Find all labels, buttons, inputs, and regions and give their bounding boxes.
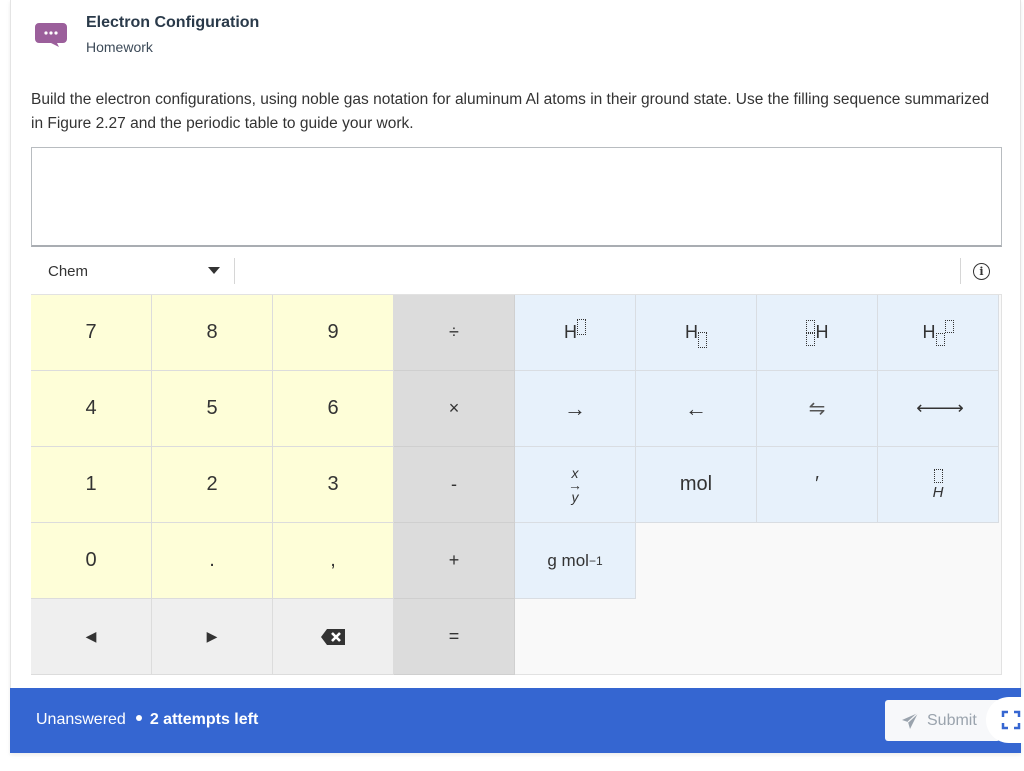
expand-icon [1001,710,1021,730]
resonance-arrow-button[interactable]: ⟵⟶ [878,371,999,447]
key-6[interactable]: 6 [273,371,394,447]
key-2[interactable]: 2 [152,447,273,523]
placeholder-icon [944,320,954,333]
h-label: H [932,484,944,501]
key-comma[interactable]: , [273,523,394,599]
arrow-left-icon: ← [685,395,707,421]
resonance-arrow-icon: ⟵⟶ [916,398,964,418]
key-1[interactable]: 1 [31,447,152,523]
superscript-base: H [564,322,577,342]
cursor-left-button[interactable]: ◀ [31,599,152,675]
equals-symbol: = [448,626,460,646]
subscript-button[interactable]: H [636,295,757,371]
key-equals[interactable]: = [394,599,515,675]
caret-down-icon [208,267,220,274]
condition-bottom: y [571,488,579,505]
molar-mass-button[interactable]: g mol −1 [515,523,636,599]
cursor-right-button[interactable]: ▶ [152,599,273,675]
paper-plane-icon [902,712,919,729]
pre-super-subscript-button[interactable]: H [757,295,878,371]
molar-mass-base: g mol [547,550,589,570]
key-3[interactable]: 3 [273,447,394,523]
attempts-left: 2 attempts left [149,711,259,728]
key-5[interactable]: 5 [152,371,273,447]
super-sub-base: H [922,322,936,342]
question-card: Electron Configuration Homework Build th… [10,0,1021,753]
assignment-title: Electron Configuration [86,14,260,31]
molar-mass-exponent: −1 [588,553,603,568]
reaction-conditions-button[interactable]: x → y [515,447,636,523]
key-4[interactable]: 4 [31,371,152,447]
placeholder-icon [935,333,945,346]
key-minus[interactable]: - [394,447,515,523]
backspace-icon [321,628,345,645]
superscript-button[interactable]: H [515,295,636,371]
info-button[interactable]: i [960,258,1002,284]
key-7[interactable]: 7 [31,295,152,371]
caret-right-icon: ▶ [206,628,218,644]
chat-bubble-icon [35,23,67,47]
plus-symbol: + [448,550,460,570]
submit-button[interactable]: Submit [885,700,1000,741]
key-plus[interactable]: + [394,523,515,599]
placeholder-icon [805,319,815,333]
separator-dot [135,715,142,722]
multiply-symbol: × [448,398,460,418]
key-decimal[interactable]: . [152,523,273,599]
answer-input[interactable] [31,147,1002,247]
answer-status: Unanswered [36,711,126,728]
keypad: 7 8 9 ÷ 4 5 6 × 1 2 3 - 0 . , + ◀ ▶ = H … [31,295,1002,675]
key-8[interactable]: 8 [152,295,273,371]
assignment-type: Homework [86,39,153,55]
placeholder-icon [698,331,707,348]
info-icon: i [973,262,990,280]
subscript-base: H [685,322,698,342]
minus-symbol: - [451,474,457,494]
reaction-arrow-right-button[interactable]: → [515,371,636,447]
key-multiply[interactable]: × [394,371,515,447]
keypad-mode-select[interactable]: Chem [31,258,235,284]
status-footer: Unanswered 2 attempts left Submit [10,688,1024,753]
key-0[interactable]: 0 [31,523,152,599]
key-9[interactable]: 9 [273,295,394,371]
divide-symbol: ÷ [449,322,459,342]
prime-button[interactable]: ′ [757,447,878,523]
equilibrium-arrow-button[interactable]: ⇋ [757,371,878,447]
placeholder-icon [933,469,943,483]
reaction-arrow-left-button[interactable]: ← [636,371,757,447]
equilibrium-arrows-icon: ⇋ [808,398,826,420]
pre-super-sub-base: H [815,322,829,342]
arrow-right-icon: → [564,395,586,421]
placeholder-icon [805,332,815,346]
backspace-button[interactable] [273,599,394,675]
super-subscript-button[interactable]: H [878,295,999,371]
status-text: Unanswered 2 attempts left [36,711,258,729]
placeholder-icon [577,318,586,335]
mol-button[interactable]: mol [636,447,757,523]
fullscreen-button[interactable] [986,697,1024,743]
caret-left-icon: ◀ [85,628,97,644]
key-divide[interactable]: ÷ [394,295,515,371]
keypad-mode-value: Chem [48,262,89,280]
question-text: Build the electron configurations, using… [31,91,990,132]
keypad-toolbar: Chem i [31,248,1002,295]
submit-label: Submit [927,711,977,729]
over-h-button[interactable]: H [878,447,999,523]
